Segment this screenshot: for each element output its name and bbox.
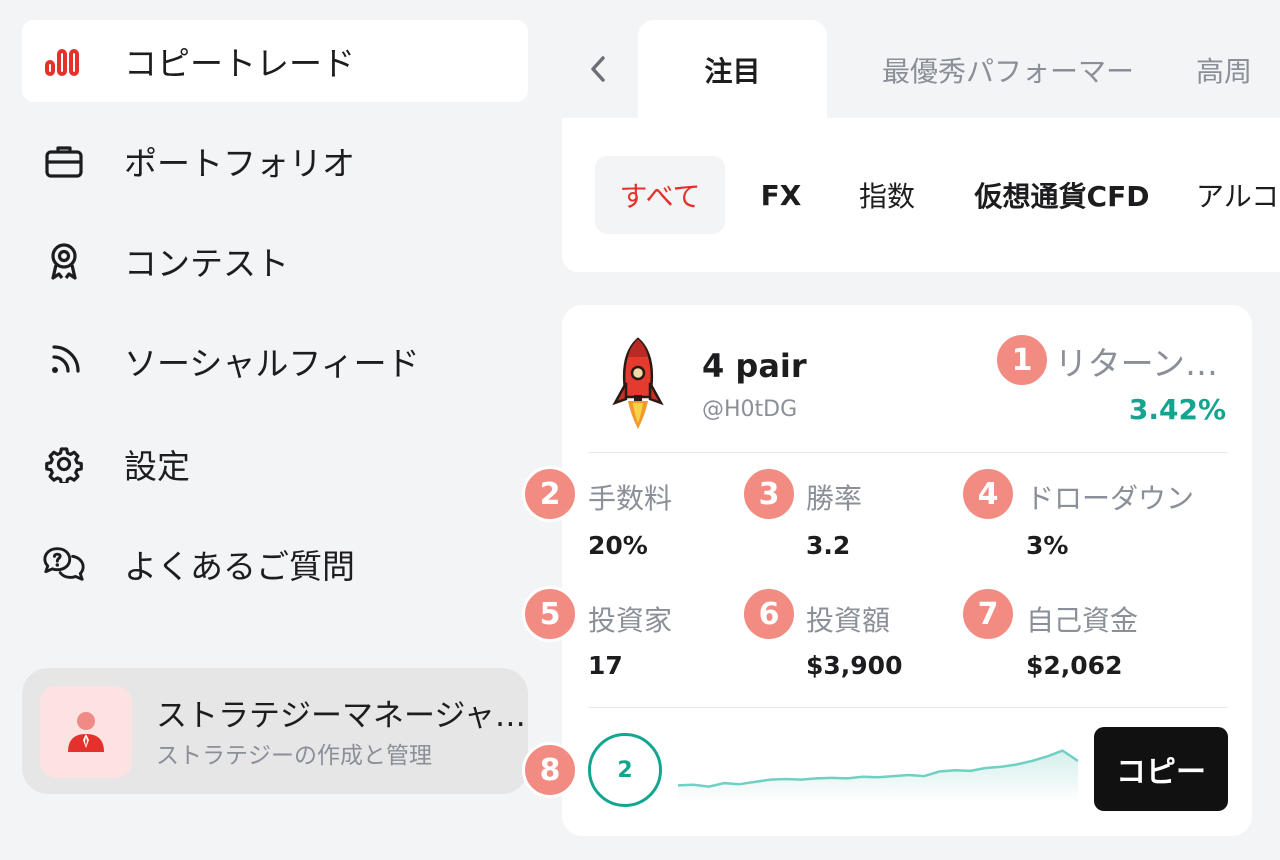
stat-value-investors: 17 <box>588 651 623 680</box>
sidebar-item-faq[interactable]: よくあるご質問 <box>22 523 528 605</box>
sidebar-item-settings[interactable]: 設定 <box>22 423 528 505</box>
annotation-badge-3: 3 <box>741 466 797 522</box>
stat-value-drawdown: 3% <box>1026 531 1069 560</box>
stat-value-invested-amount: $3,900 <box>806 651 903 680</box>
sidebar-item-label: コンテスト <box>124 244 289 283</box>
stat-label-investors: 投資家 <box>588 604 673 637</box>
stat-label-drawdown: ドローダウン <box>1026 482 1195 515</box>
performance-sparkline <box>678 749 1078 803</box>
stat-label-fee: 手数料 <box>588 482 673 515</box>
stat-value-fee: 20% <box>588 531 648 560</box>
strategy-manager-subtitle: ストラテジーの作成と管理 <box>156 743 432 769</box>
sidebar-item-label: コピートレード <box>124 44 355 83</box>
stat-label-win-rate: 勝率 <box>806 482 863 515</box>
return-value: 3.42% <box>1128 393 1226 426</box>
annotation-badge-7: 7 <box>960 586 1016 642</box>
copy-button[interactable]: コピー <box>1094 727 1228 811</box>
sidebar-item-label: 設定 <box>124 447 190 486</box>
return-label: リターン… <box>1054 344 1218 383</box>
tab-featured[interactable]: 注目 <box>638 20 827 120</box>
bar-chart-icon <box>42 39 86 83</box>
filter-chip-all[interactable]: すべて <box>595 156 725 234</box>
strategy-manager-title: ストラテジーマネージャ… <box>156 698 526 734</box>
annotation-badge-2: 2 <box>522 466 578 522</box>
sidebar-item-copy-trade[interactable]: コピートレード <box>22 20 528 102</box>
divider <box>588 707 1228 708</box>
divider <box>588 452 1228 453</box>
filter-chip-algo[interactable]: アルコ <box>1196 156 1280 234</box>
rocket-avatar-icon <box>612 337 664 431</box>
filter-chip-crypto-cfd[interactable]: 仮想通貨CFD <box>966 156 1158 234</box>
filter-chip-indices[interactable]: 指数 <box>844 156 930 234</box>
rank-circle: 2 <box>588 733 662 807</box>
tab-top-performers[interactable]: 最優秀パフォーマー <box>858 20 1158 120</box>
sidebar-item-label: ソーシャルフィード <box>124 344 420 383</box>
trader-handle: @H0tDG <box>702 397 798 422</box>
trader-card[interactable]: 4 pair @H0tDG リターン… 3.42% 手数料 20% 勝率 3.2… <box>562 305 1252 836</box>
stat-label-invested-amount: 投資額 <box>806 604 891 637</box>
manager-person-icon <box>40 686 132 778</box>
sidebar-item-label: ポートフォリオ <box>124 144 355 183</box>
chevron-left-icon[interactable] <box>578 46 618 92</box>
annotation-badge-8: 8 <box>522 742 578 798</box>
annotation-badge-5: 5 <box>522 586 578 642</box>
sidebar-item-contest[interactable]: コンテスト <box>22 220 528 302</box>
annotation-badge-6: 6 <box>741 586 797 642</box>
strategy-manager-card[interactable]: ストラテジーマネージャ… ストラテジーの作成と管理 <box>22 668 528 794</box>
filter-chip-fx[interactable]: FX <box>750 156 812 234</box>
stat-label-own-funds: 自己資金 <box>1026 604 1139 637</box>
faq-chat-icon <box>42 542 86 586</box>
stat-value-own-funds: $2,062 <box>1026 651 1123 680</box>
rss-icon <box>42 339 86 383</box>
trader-name[interactable]: 4 pair <box>702 347 807 385</box>
annotation-badge-4: 4 <box>960 466 1016 522</box>
filter-panel: すべて FX 指数 仮想通貨CFD アルコ <box>562 118 1280 272</box>
stat-value-win-rate: 3.2 <box>806 531 851 560</box>
briefcase-icon <box>42 139 86 183</box>
gear-icon <box>42 442 86 486</box>
sidebar-item-label: よくあるご質問 <box>124 547 355 586</box>
annotation-badge-1: 1 <box>994 332 1050 388</box>
sidebar-item-portfolio[interactable]: ポートフォリオ <box>22 120 528 202</box>
sidebar-item-social-feed[interactable]: ソーシャルフィード <box>22 320 528 402</box>
tab-high-frequency[interactable]: 高周 <box>1196 20 1280 120</box>
award-icon <box>42 239 86 283</box>
